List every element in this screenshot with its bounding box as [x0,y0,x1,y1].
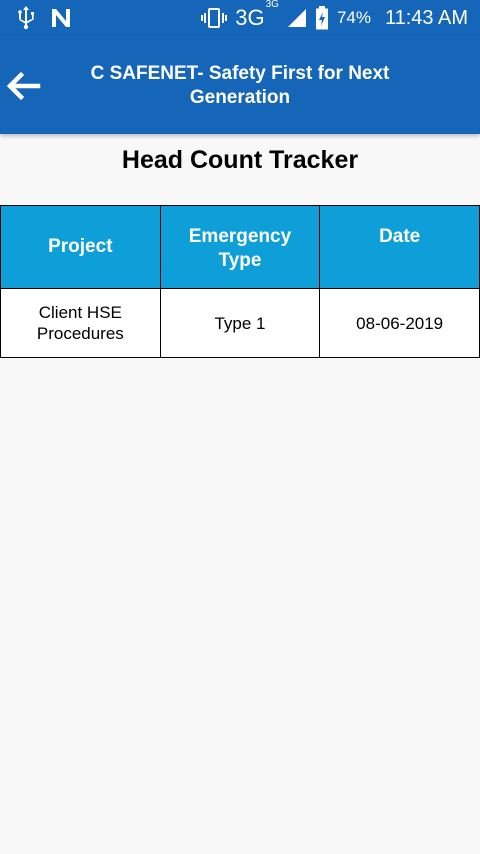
app-title-line1: C SAFENET- Safety First for Next [90,63,390,84]
network-type: 3G3G [235,0,279,30]
arrow-left-icon [6,71,41,101]
column-header-date: Date [319,205,480,289]
table-row[interactable]: Client HSE Procedures Type 1 08-06-2019 [0,288,480,358]
page-title: Head Count Tracker [121,146,359,174]
battery-charging-icon [315,6,328,30]
cell-emergency-type: Type 1 [159,288,321,358]
battery-percentage: 74% [336,8,371,27]
vibrate-icon [201,8,228,28]
status-left-icons [16,6,72,30]
app-title-line2: Generation [189,87,291,108]
cell-project: Client HSE Procedures [0,288,161,358]
usb-icon [18,6,34,30]
app-title: C SAFENET- Safety First for Next Generat… [60,62,420,110]
n-icon [52,9,70,27]
status-bar: 3G3G 74% 11:43 AM [0,0,480,36]
status-right-icons: 3G3G 74% 11:43 AM [201,0,468,36]
app-bar: C SAFENET- Safety First for Next Generat… [0,36,480,134]
column-header-project: Project [0,205,161,289]
cell-date: 08-06-2019 [319,288,480,358]
table-header-row: Project Emergency Type Date [0,205,480,289]
clock: 11:43 AM [384,6,468,29]
head-count-table: Project Emergency Type Date Client HSE P… [0,205,480,358]
back-button[interactable] [4,66,44,106]
signal-icon [287,9,306,27]
column-header-emergency-type: Emergency Type [159,205,321,289]
